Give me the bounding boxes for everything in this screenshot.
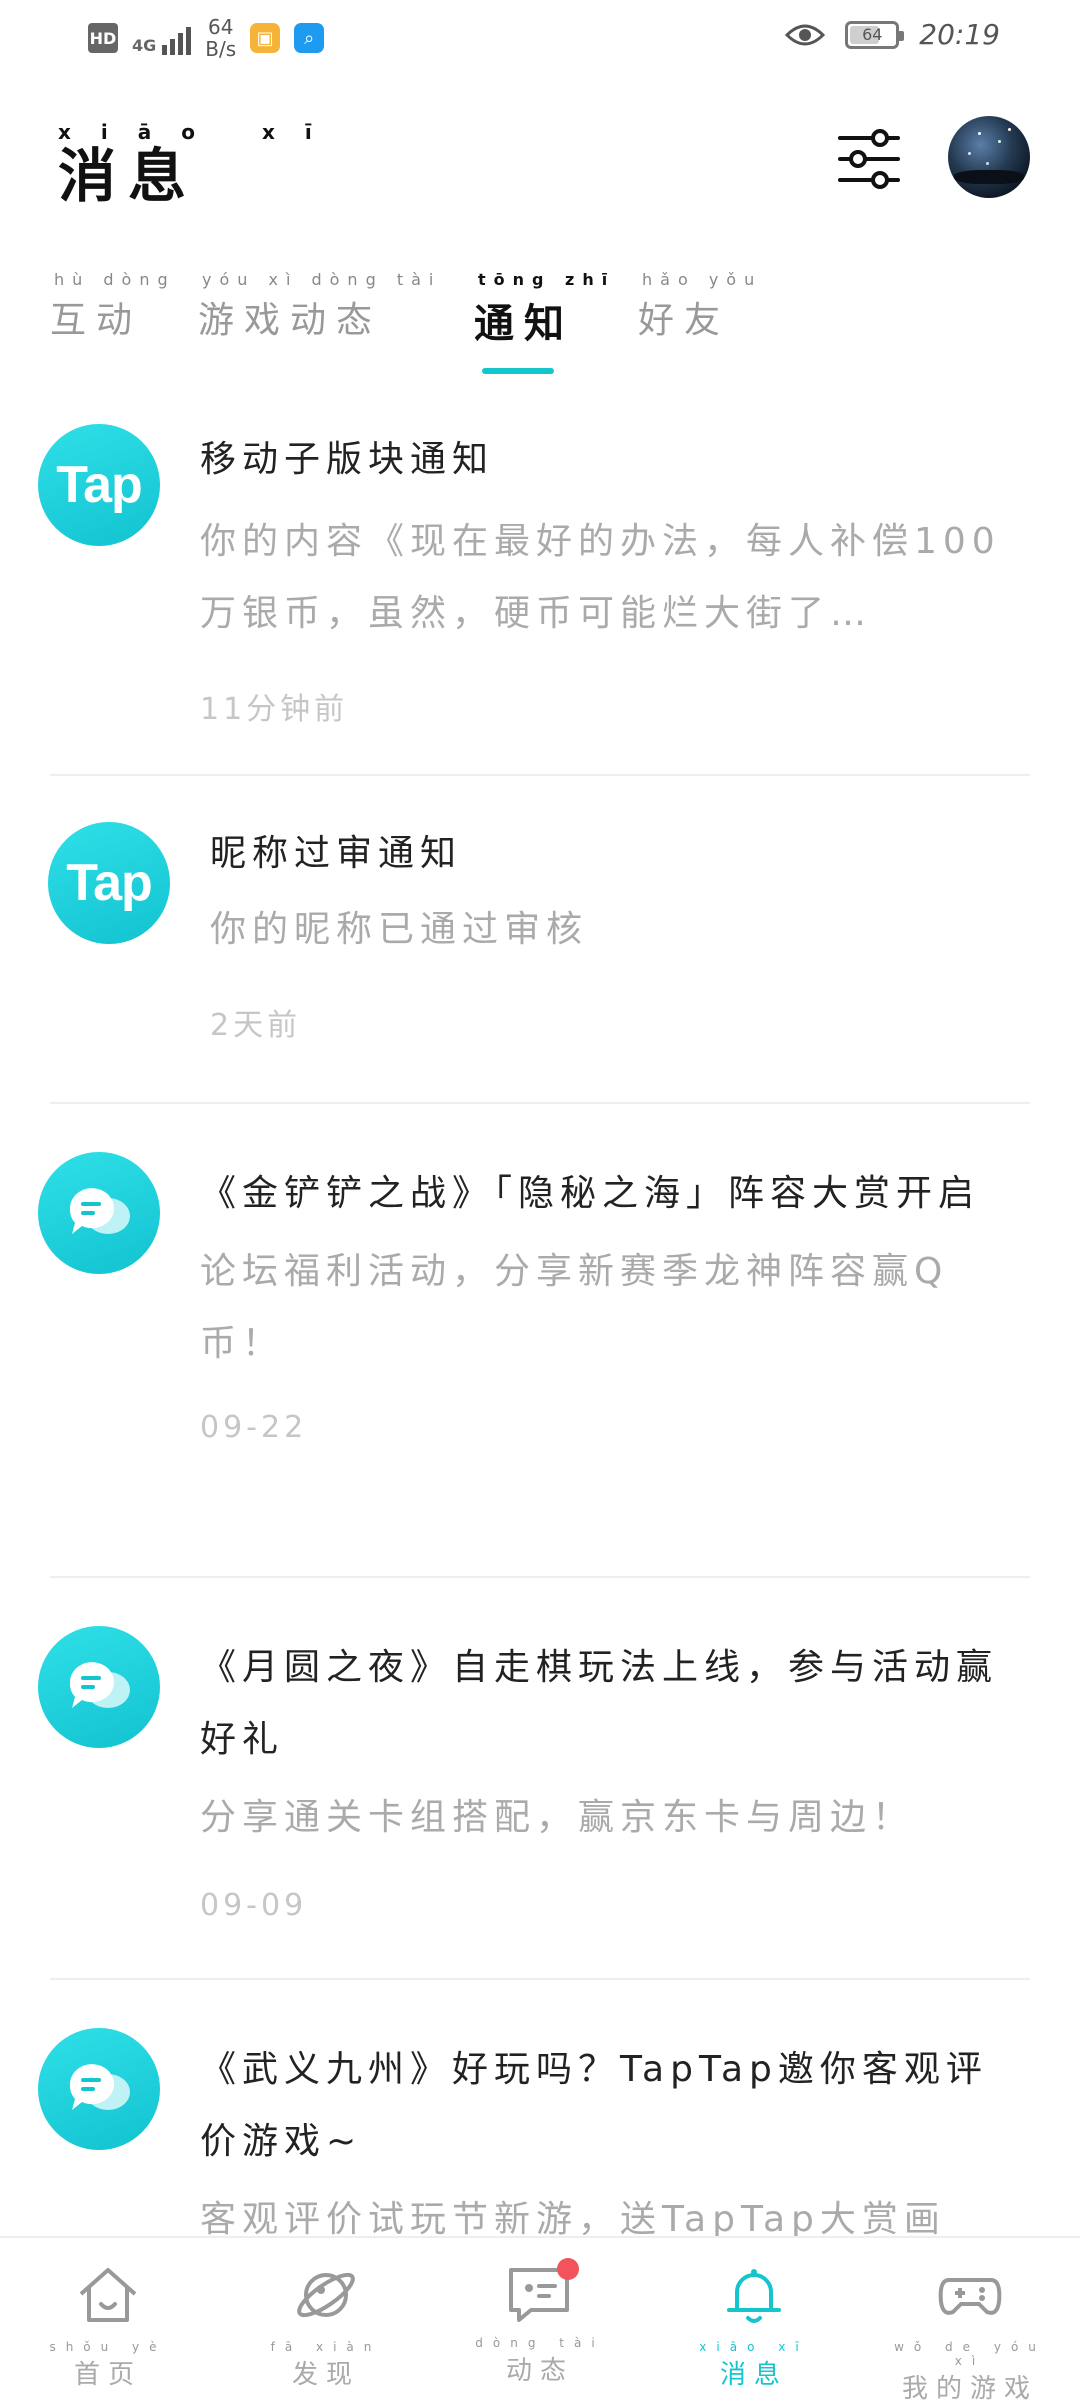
notification-body: 论坛福利活动，分享新赛季龙神阵容赢Q币！ [200, 1251, 949, 1364]
list-item[interactable]: Tap 昵称过审通知 你的昵称已通过审核 2天前 [0, 778, 1080, 1104]
nav-messages[interactable]: xiāo xī 消息 [674, 2260, 834, 2391]
notification-body: 分享通关卡组搭配，赢京东卡与周边！ [200, 1797, 915, 1838]
notification-time: 09-22 [200, 1410, 308, 1445]
bell-icon [727, 2269, 781, 2323]
eye-icon [785, 24, 826, 45]
page-title: xiāo xī 消息 [58, 120, 342, 210]
notification-title: 移动子版块通知 [200, 439, 495, 480]
chat-bubble-icon [38, 1626, 160, 1748]
tab-friends[interactable]: hǎo yǒu 好友 [638, 270, 762, 343]
bottom-nav: shǒu yè 首页 fā xiàn 发现 dòng tài 动态 xiāo x… [0, 2236, 1080, 2405]
hd-badge: HD [88, 23, 118, 53]
gamepad-icon [938, 2278, 1002, 2315]
nav-home[interactable]: shǒu yè 首页 [28, 2260, 188, 2391]
active-tab-indicator [482, 368, 554, 374]
notification-time: 09-09 [200, 1888, 308, 1923]
battery-icon: 64 [845, 20, 905, 49]
notification-body: 你的昵称已通过审核 [210, 909, 589, 950]
notification-title: 昵称过审通知 [210, 833, 463, 874]
taptap-logo-icon: Tap [48, 822, 170, 944]
tab-game-updates[interactable]: yóu xì dòng tài 游戏动态 [198, 270, 441, 343]
list-item[interactable]: 《月圆之夜》自走棋玩法上线，参与活动赢好礼 分享通关卡组搭配，赢京东卡与周边！ … [0, 1580, 1080, 1980]
nav-discover[interactable]: fā xiàn 发现 [246, 2260, 406, 2391]
divider [50, 1978, 1030, 1980]
list-item[interactable]: 《武义九州》好玩吗？TapTap邀你客观评价游戏~ 客观评价试玩节新游，送Tap… [0, 1982, 1080, 2242]
list-item[interactable]: 《金铲铲之战》「隐秘之海」阵容大赏开启 论坛福利活动，分享新赛季龙神阵容赢Q币！… [0, 1106, 1080, 1578]
clock: 20:19 [919, 18, 1000, 51]
chat-bubble-icon [38, 2028, 160, 2150]
signal-icon: 4G [132, 21, 192, 55]
nav-moments[interactable]: dòng tài 动态 [460, 2258, 620, 2387]
notification-time: 11分钟前 [200, 692, 349, 727]
notification-app-icon: ▣ [250, 23, 281, 53]
tab-notifications[interactable]: tōng zhī 通知 [474, 270, 615, 349]
planet-icon [297, 2272, 355, 2318]
notification-title: 《武义九州》好玩吗？TapTap邀你客观评价游戏~ [200, 2049, 988, 2162]
notification-title: 《金铲铲之战》「隐秘之海」阵容大赏开启 [200, 1173, 981, 1214]
nav-my-games[interactable]: wǒ de yóu xì 我的游戏 [890, 2260, 1050, 2405]
unread-badge [557, 2258, 579, 2280]
notification-time: 2天前 [210, 1008, 302, 1043]
divider [50, 1102, 1030, 1104]
status-bar: HD 4G 64 B/s ▣ ⌕ 64 20:19 [0, 0, 1080, 80]
avatar[interactable] [948, 116, 1030, 198]
divider [50, 774, 1030, 776]
notification-title: 《月圆之夜》自走棋玩法上线，参与活动赢好礼 [200, 1647, 999, 1760]
home-icon [79, 2268, 137, 2322]
list-item[interactable]: Tap 移动子版块通知 你的内容《现在最好的办法，每人补偿100万银币，虽然，硬… [0, 400, 1080, 776]
taptap-logo-icon: Tap [38, 424, 160, 546]
search-app-icon: ⌕ [294, 23, 325, 53]
tab-interaction[interactable]: hù dòng 互动 [50, 270, 176, 343]
chat-bubble-icon [38, 1152, 160, 1274]
network-speed: 64 B/s [205, 15, 237, 61]
filter-settings-icon[interactable] [836, 126, 902, 192]
tab-bar: hù dòng 互动 yóu xì dòng tài 游戏动态 tōng zhī… [0, 270, 1080, 380]
notification-body: 你的内容《现在最好的办法，每人补偿100万银币，虽然，硬币可能烂大街了… [200, 521, 1001, 634]
divider [50, 1576, 1030, 1578]
